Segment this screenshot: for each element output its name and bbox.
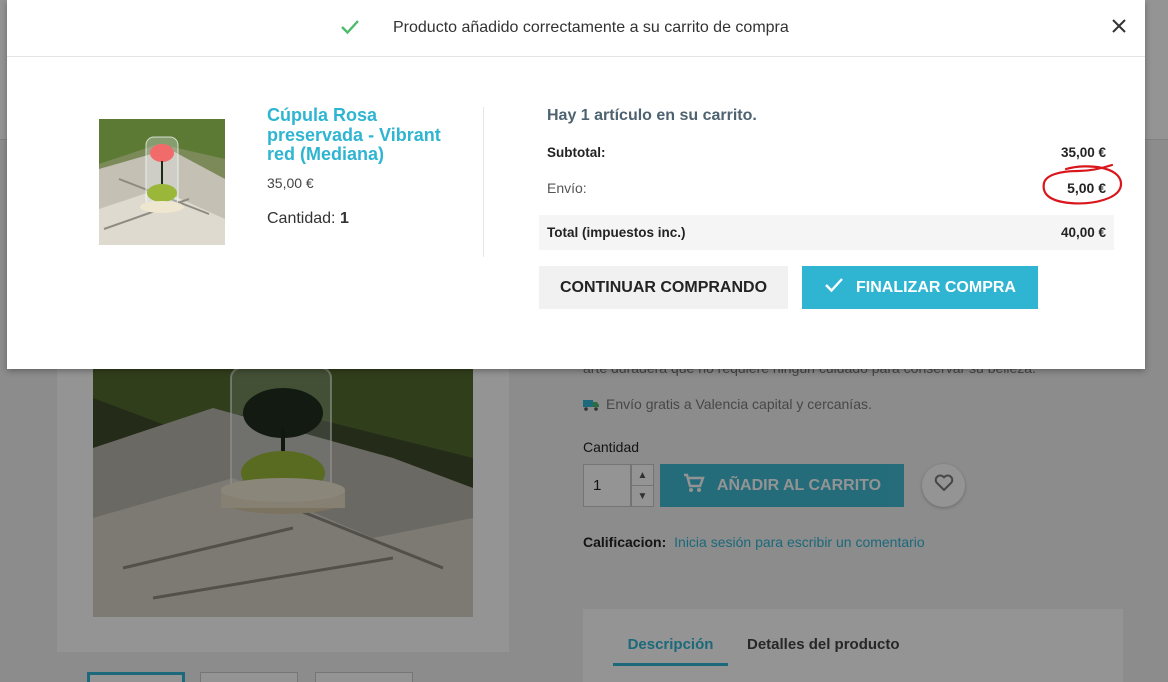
continue-shopping-button[interactable]: CONTINUAR COMPRANDO — [539, 266, 788, 309]
checkout-label: FINALIZAR COMPRA — [856, 278, 1016, 296]
close-icon — [1111, 18, 1127, 39]
annotation-red-circle — [1042, 163, 1123, 205]
modal-title: Producto añadido correctamente a su carr… — [393, 19, 789, 36]
modal-header: Producto añadido correctamente a su carr… — [7, 0, 1145, 57]
subtotal-value: 35,00 € — [1060, 145, 1106, 160]
modal-product-price: 35,00 € — [267, 175, 314, 191]
check-icon — [340, 19, 360, 40]
total-label: Total (impuestos inc.) — [547, 225, 686, 240]
quantity-value: 1 — [339, 210, 349, 227]
cart-item-count: Hay 1 artículo en su carrito. — [547, 107, 757, 124]
add-to-cart-modal: Producto añadido correctamente a su carr… — [7, 0, 1145, 369]
quantity-label: Cantidad: — [267, 210, 336, 227]
modal-product-name[interactable]: Cúpula Rosa preservada - Vibrant red (Me… — [267, 105, 467, 165]
modal-product-quantity: Cantidad: 1 — [267, 210, 349, 228]
checkout-button[interactable]: FINALIZAR COMPRA — [802, 266, 1038, 309]
close-button[interactable] — [1108, 17, 1130, 39]
shipping-row: Envío: 5,00 € — [539, 170, 1114, 205]
check-icon — [824, 277, 844, 298]
total-value: 40,00 € — [1060, 225, 1106, 240]
shipping-label: Envío: — [547, 179, 587, 196]
total-row: Total (impuestos inc.) 40,00 € — [539, 215, 1114, 250]
subtotal-label: Subtotal: — [547, 145, 606, 160]
modal-divider — [483, 107, 484, 257]
subtotal-row: Subtotal: 35,00 € — [539, 135, 1114, 170]
modal-product-image — [99, 119, 225, 245]
